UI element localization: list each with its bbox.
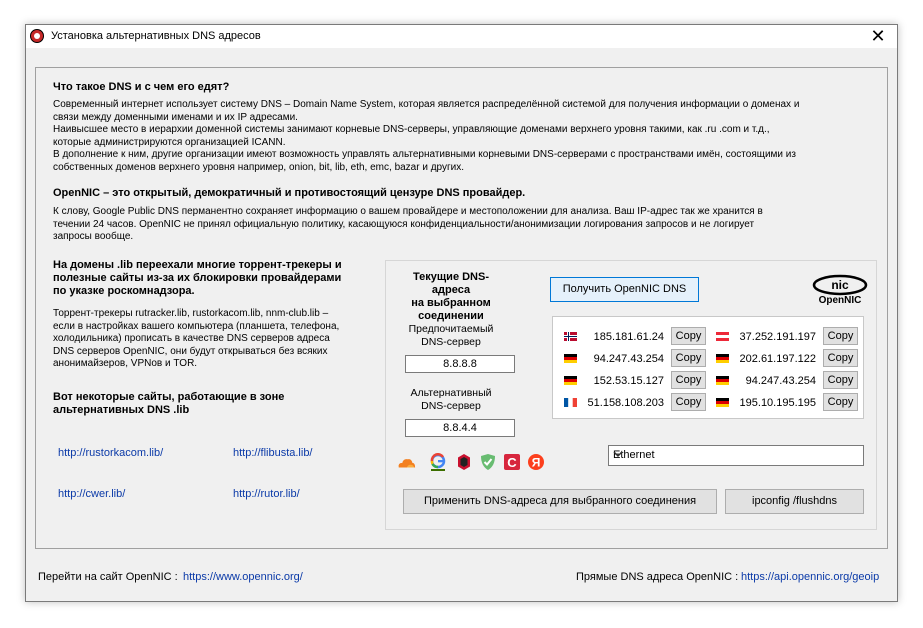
alternate-dns-field[interactable]: 8.8.4.4	[405, 419, 515, 437]
lib-heading-1: На домены .lib переехали многие торрент-…	[53, 259, 342, 271]
link-rustorkacom[interactable]: http://rustorkacom.lib/	[58, 447, 163, 459]
copy-button[interactable]: Copy	[671, 393, 706, 411]
server-ip: 94.247.43.254	[745, 375, 816, 387]
copy-button[interactable]: Copy	[671, 349, 706, 367]
comss-icon[interactable]: C	[502, 453, 522, 471]
svg-text:Я: Я	[532, 456, 541, 470]
quad9-icon[interactable]	[454, 453, 474, 471]
cloudflare-icon[interactable]	[396, 453, 416, 471]
sites-heading: Вот некоторые сайты, работающие в зоне а…	[53, 391, 284, 417]
svg-text:OpenNIC: OpenNIC	[819, 295, 862, 306]
opennic-p1b: течении 24 часов. OpenNIC не принял офиц…	[53, 218, 755, 230]
server-ip: 202.61.197.122	[739, 353, 816, 365]
intro-p1: Современный интернет использует систему …	[53, 99, 800, 110]
connection-select[interactable]: Ethernet	[608, 445, 864, 466]
lib-t5: анонимайзеров, VPNов и TOR.	[53, 358, 198, 369]
server-ip: 51.158.108.203	[587, 397, 664, 409]
opennic-p1c: запросы вообще.	[53, 231, 134, 242]
close-icon[interactable]: ✕	[863, 25, 893, 48]
link-flibusta[interactable]: http://flibusta.lib/	[233, 447, 313, 459]
copy-button[interactable]: Copy	[823, 393, 858, 411]
footer-right-label: Прямые DNS адреса OpenNIC :	[576, 571, 739, 583]
server-ip: 185.181.61.24	[593, 331, 664, 343]
server-ip: 195.10.195.195	[739, 397, 816, 409]
server-ip: 37.252.191.197	[739, 331, 816, 343]
current-dns-heading: Текущие DNS-адреса на выбранном соединен…	[396, 271, 506, 323]
get-opennic-dns-button[interactable]: Получить OpenNIC DNS	[550, 277, 699, 302]
server-ip: 152.53.15.127	[593, 375, 664, 387]
flushdns-button[interactable]: ipconfig /flushdns	[725, 489, 864, 514]
adguard-icon[interactable]	[478, 453, 498, 471]
copy-button[interactable]: Copy	[823, 327, 858, 345]
preferred-dns-label: Предпочитаемый DNS-сервер	[396, 323, 506, 348]
sites-heading-1: Вот некоторые сайты, работающие в зоне	[53, 391, 285, 403]
lib-heading-2: полезные сайты из-за их блокировки прова…	[53, 272, 342, 284]
lib-t2: если в настройках вашего компьютера (пла…	[53, 320, 340, 332]
lib-t3: холодильника) прописать в качестве DNS с…	[53, 333, 330, 344]
intro-p3b: собственных доменов верхнего уровня напр…	[53, 161, 465, 173]
geoip-link[interactable]: https://api.opennic.org/geoip	[741, 571, 879, 583]
intro-p2b: которые администрируются организацией IC…	[53, 136, 286, 148]
footer-left-label: Перейти на сайт OpenNIC :	[38, 571, 178, 583]
pref-label-2: DNS-сервер	[421, 335, 481, 348]
lib-t4: DNS серверов OpenNIC, они будут открыват…	[53, 345, 328, 357]
alt-label-2: DNS-сервер	[421, 399, 481, 412]
copy-button[interactable]: Copy	[671, 371, 706, 389]
lib-t1: Торрент-трекеры rutracker.lib, rustorkac…	[53, 308, 329, 319]
title-bar: Установка альтернативных DNS адресов ✕	[26, 25, 897, 48]
intro-text: Современный интернет использует систему …	[53, 99, 883, 174]
opennic-logo-graphic: nic OpenNIC	[812, 274, 868, 306]
svg-text:C: C	[507, 455, 517, 470]
window-title: Установка альтернативных DNS адресов	[51, 30, 261, 42]
preferred-dns-field[interactable]: 8.8.8.8	[405, 355, 515, 373]
intro-p3: В дополнение к ним, другие организации и…	[53, 149, 796, 160]
copy-button[interactable]: Copy	[823, 349, 858, 367]
link-rutor[interactable]: http://rutor.lib/	[233, 488, 300, 500]
main-panel: Что такое DNS и с чем его едят? Современ…	[35, 67, 888, 549]
svg-text:nic: nic	[831, 278, 849, 292]
intro-heading: Что такое DNS и с чем его едят?	[53, 81, 230, 93]
app-icon	[30, 29, 44, 43]
opennic-servers-box: 185.181.61.24 Copy 94.247.43.254 Copy 15…	[552, 316, 864, 419]
current-heading-1: Текущие DNS-адреса	[412, 271, 490, 296]
intro-p2: Наивысшее место в иерархии доменной сист…	[53, 124, 770, 135]
intro-p1b: связи между доменными именами и их IP ад…	[53, 111, 298, 123]
lib-text: Торрент-трекеры rutracker.lib, rustorkac…	[53, 308, 378, 371]
alternate-dns-label: Альтернативный DNS-сервер	[396, 387, 506, 412]
pref-label-1: Предпочитаемый	[408, 323, 494, 335]
dns-group: Текущие DNS-адреса на выбранном соединен…	[385, 260, 877, 530]
opennic-text: К слову, Google Public DNS перманентно с…	[53, 206, 883, 244]
sites-heading-2: альтернативных DNS .lib	[53, 404, 190, 416]
opennic-site-link[interactable]: https://www.opennic.org/	[183, 571, 303, 583]
lib-heading-3: по указке роскомнадзора.	[53, 285, 195, 297]
dns-setup-window: Установка альтернативных DNS адресов ✕ Ч…	[25, 24, 898, 602]
link-cwer[interactable]: http://cwer.lib/	[58, 488, 125, 500]
lib-heading: На домены .lib переехали многие торрент-…	[53, 259, 378, 298]
alt-label-1: Альтернативный	[410, 387, 492, 399]
server-ip: 94.247.43.254	[593, 353, 664, 365]
chevron-down-icon	[613, 449, 858, 462]
current-heading-3: соединении	[418, 310, 484, 322]
copy-button[interactable]: Copy	[671, 327, 706, 345]
yandex-icon[interactable]: Я	[526, 453, 546, 471]
opennic-p1: К слову, Google Public DNS перманентно с…	[53, 206, 763, 217]
copy-button[interactable]: Copy	[823, 371, 858, 389]
opennic-heading: OpenNIC – это открытый, демократичный и …	[53, 187, 526, 199]
google-icon[interactable]	[428, 453, 448, 471]
opennic-logo: nic OpenNIC	[811, 273, 869, 307]
apply-dns-button[interactable]: Применить DNS-адреса для выбранного соед…	[403, 489, 717, 514]
current-heading-2: на выбранном	[411, 297, 491, 309]
